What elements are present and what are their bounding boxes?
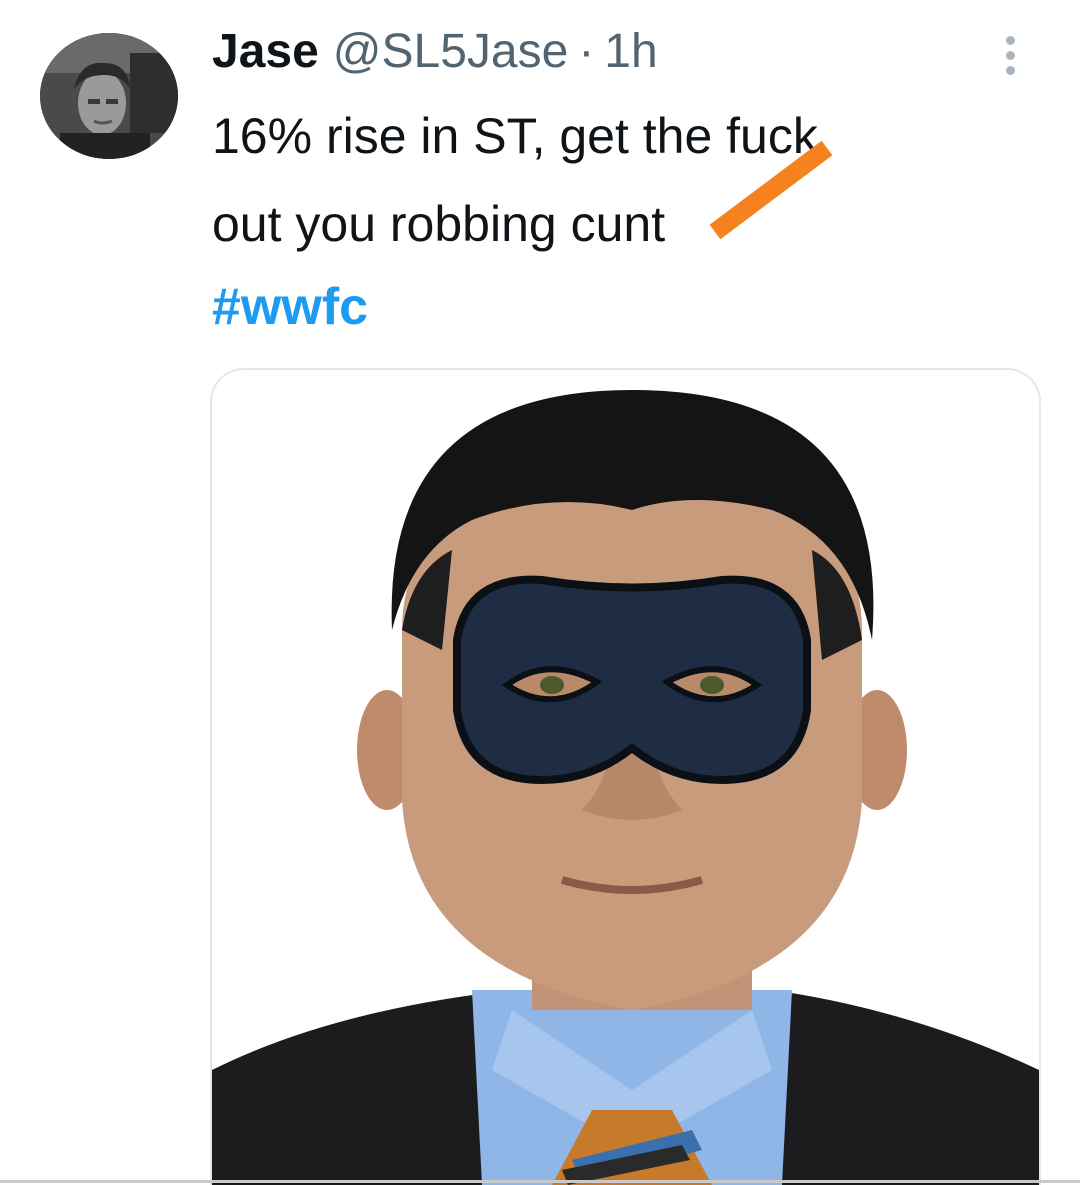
- tweet-text: 16% rise in ST, get the fuck out you rob…: [212, 92, 1032, 268]
- avatar-photo: [40, 33, 178, 159]
- avatar[interactable]: [40, 33, 178, 159]
- hashtag-link[interactable]: #wwfc: [212, 272, 368, 342]
- display-name[interactable]: Jase: [212, 20, 319, 84]
- tweet-header: Jase @SL5Jase · 1h: [212, 20, 658, 84]
- masked-man-photo: [212, 370, 1039, 1185]
- separator-dot: ·: [578, 25, 595, 78]
- user-handle[interactable]: @SL5Jase: [333, 20, 569, 84]
- censor-strike-mark: [709, 140, 833, 240]
- tweet-text-line-2: out you robbing cunt: [212, 196, 666, 252]
- more-vertical-icon[interactable]: [995, 30, 1025, 80]
- tweet-media-image[interactable]: [210, 368, 1041, 1185]
- timestamp[interactable]: 1h: [604, 20, 657, 84]
- tweet-text-line-1: 16% rise in ST, get the fuck: [212, 108, 818, 164]
